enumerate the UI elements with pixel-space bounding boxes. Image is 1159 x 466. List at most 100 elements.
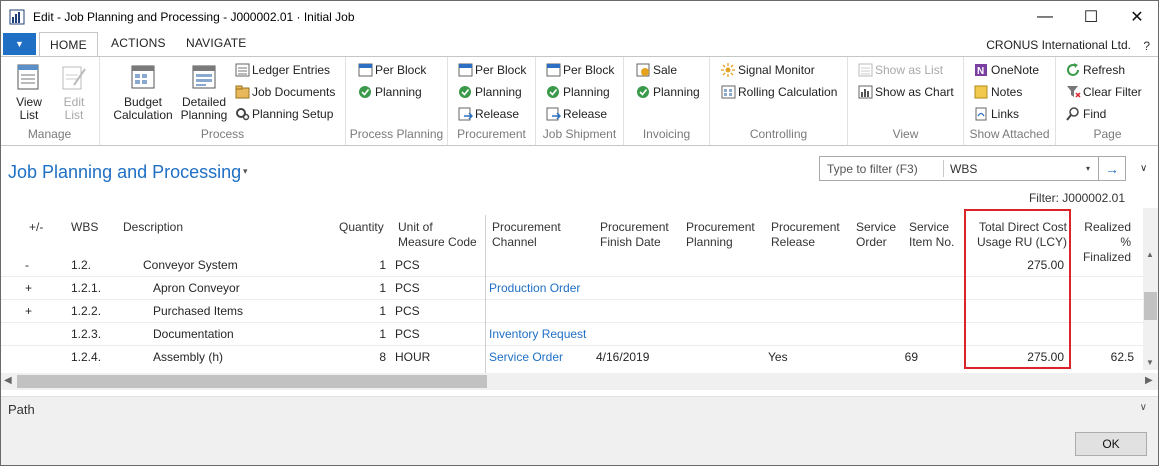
tab-actions[interactable]: ACTIONS <box>111 36 166 50</box>
job-documents-button[interactable]: Job Documents <box>235 83 335 101</box>
header-service-item-no[interactable]: Service Item No. <box>909 220 954 250</box>
invoicing-planning-button[interactable]: Planning <box>636 83 700 101</box>
horizontal-scrollbar[interactable]: ◀ ▶ <box>0 373 1159 390</box>
tab-navigate[interactable]: NAVIGATE <box>186 36 247 50</box>
refresh-button[interactable]: Refresh <box>1066 61 1125 79</box>
cell-procurement-channel-link[interactable]: Service Order <box>489 350 563 364</box>
cell-quantity[interactable]: 1 <box>350 281 386 295</box>
header-service-order[interactable]: Service Order <box>856 220 896 250</box>
cell-description[interactable]: Documentation <box>153 327 234 341</box>
header-wbs[interactable]: WBS <box>71 220 98 235</box>
show-as-chart-button[interactable]: Show as Chart <box>858 83 954 101</box>
header-plusminus[interactable]: +/- <box>29 220 43 235</box>
tab-home[interactable]: HOME <box>39 32 98 57</box>
expand-icon[interactable]: ∨ <box>1140 402 1147 413</box>
detailed-planning-button[interactable]: Detailed Planning <box>178 63 230 122</box>
ledger-entries-button[interactable]: Ledger Entries <box>235 61 330 79</box>
horizontal-scroll-thumb[interactable] <box>17 375 487 388</box>
header-quantity[interactable]: Quantity <box>339 220 384 235</box>
shipment-release-button[interactable]: Release <box>546 105 607 123</box>
cell-uom[interactable]: PCS <box>395 258 420 272</box>
procurement-planning-button[interactable]: Planning <box>458 83 522 101</box>
sale-button[interactable]: Sale <box>636 61 677 79</box>
app-icon <box>9 9 25 25</box>
cell-procurement-release[interactable]: Yes <box>768 350 788 364</box>
header-procurement-planning[interactable]: Procurement Planning <box>686 220 755 250</box>
scroll-left-icon[interactable]: ◀ <box>4 375 12 386</box>
help-icon[interactable]: ? <box>1143 39 1150 53</box>
links-button[interactable]: Links <box>974 105 1019 123</box>
procurement-release-button[interactable]: Release <box>458 105 519 123</box>
cell-procurement-channel-link[interactable]: Production Order <box>489 281 580 295</box>
process-per-block-button[interactable]: Per Block <box>358 61 426 79</box>
chevron-down-icon[interactable]: ▾ <box>1086 164 1090 173</box>
edit-list-button[interactable]: Edit List <box>54 63 94 122</box>
planning-setup-button[interactable]: Planning Setup <box>235 105 333 123</box>
view-list-button[interactable]: View List <box>8 63 50 122</box>
clear-filter-button[interactable]: Clear Filter <box>1066 83 1142 101</box>
cell-uom[interactable]: HOUR <box>395 350 430 364</box>
onenote-button[interactable]: N OneNote <box>974 61 1039 79</box>
path-factbox[interactable]: Path ∨ <box>0 396 1159 420</box>
shipment-planning-button[interactable]: Planning <box>546 83 610 101</box>
cell-wbs[interactable]: 1.2.3. <box>71 327 101 341</box>
collapse-icon[interactable]: ∨ <box>1140 163 1147 174</box>
cell-description[interactable]: Assembly (h) <box>153 350 223 364</box>
maximize-button[interactable]: ☐ <box>1068 1 1114 32</box>
signal-monitor-button[interactable]: Signal Monitor <box>721 61 815 79</box>
notes-button[interactable]: Notes <box>974 83 1022 101</box>
edit-list-icon <box>62 66 86 90</box>
cell-procurement-channel-link[interactable]: Inventory Request <box>489 327 586 341</box>
scroll-right-icon[interactable]: ▶ <box>1145 375 1153 386</box>
filter-box[interactable]: Type to filter (F3) WBS ▾ <box>819 156 1099 181</box>
cell-quantity[interactable]: 1 <box>350 258 386 272</box>
cell-description[interactable]: Apron Conveyor <box>153 281 240 295</box>
vertical-scrollbar[interactable]: ▲ ▼ <box>1143 208 1158 370</box>
group-label-process: Process <box>200 127 245 141</box>
filter-go-button[interactable]: → <box>1099 156 1126 181</box>
show-as-list-button[interactable]: Show as List <box>858 61 943 79</box>
ok-button[interactable]: OK <box>1075 432 1147 456</box>
filter-input[interactable]: Type to filter (F3) <box>827 162 918 176</box>
cell-service-item-no[interactable]: 69 <box>880 350 918 364</box>
header-realized-finalized[interactable]: Realized % Finalized <box>1071 220 1131 265</box>
cell-uom[interactable]: PCS <box>395 304 420 318</box>
header-description[interactable]: Description <box>123 220 183 235</box>
scroll-up-icon[interactable]: ▲ <box>1146 250 1154 259</box>
header-procurement-channel[interactable]: Procurement Channel <box>492 220 561 250</box>
header-procurement-release[interactable]: Procurement Release <box>771 220 840 250</box>
cell-wbs[interactable]: 1.2.4. <box>71 350 101 364</box>
cell-wbs[interactable]: 1.2.1. <box>71 281 101 295</box>
budget-calculation-button[interactable]: Budget Calculation <box>112 63 174 122</box>
cell-description[interactable]: Purchased Items <box>153 304 243 318</box>
rolling-calculation-button[interactable]: Rolling Calculation <box>721 83 837 101</box>
cell-uom[interactable]: PCS <box>395 327 420 341</box>
shipment-per-block-button[interactable]: Per Block <box>546 61 614 79</box>
minimize-button[interactable]: — <box>1022 1 1068 32</box>
header-procurement-finish-date[interactable]: Procurement Finish Date <box>600 220 669 250</box>
header-uom-line2: Measure Code <box>398 235 477 249</box>
application-menu-button[interactable]: ▼ <box>3 33 36 55</box>
scroll-down-icon[interactable]: ▼ <box>1146 358 1154 367</box>
cell-realized-finalized[interactable]: 62.5 <box>1090 350 1134 364</box>
find-button[interactable]: Find <box>1066 105 1106 123</box>
vertical-scroll-thumb[interactable] <box>1144 292 1157 320</box>
title-dropdown-icon[interactable]: ▾ <box>243 166 248 177</box>
cell-uom[interactable]: PCS <box>395 281 420 295</box>
cell-plusminus[interactable]: + <box>25 281 32 295</box>
cell-procurement-finish-date[interactable]: 4/16/2019 <box>596 350 649 364</box>
cell-plusminus[interactable]: - <box>25 258 29 272</box>
cell-quantity[interactable]: 1 <box>350 327 386 341</box>
process-planning-button[interactable]: Planning <box>358 83 422 101</box>
cell-wbs[interactable]: 1.2. <box>71 258 91 272</box>
procurement-per-block-button[interactable]: Per Block <box>458 61 526 79</box>
filter-field-select[interactable]: WBS <box>950 162 977 176</box>
close-button[interactable]: ✕ <box>1114 1 1159 32</box>
cell-wbs[interactable]: 1.2.2. <box>71 304 101 318</box>
cell-description[interactable]: Conveyor System <box>143 258 238 272</box>
header-uom[interactable]: Unit of Measure Code <box>398 220 477 250</box>
ledger-entries-icon <box>235 63 250 77</box>
cell-quantity[interactable]: 8 <box>350 350 386 364</box>
cell-quantity[interactable]: 1 <box>350 304 386 318</box>
cell-plusminus[interactable]: + <box>25 304 32 318</box>
